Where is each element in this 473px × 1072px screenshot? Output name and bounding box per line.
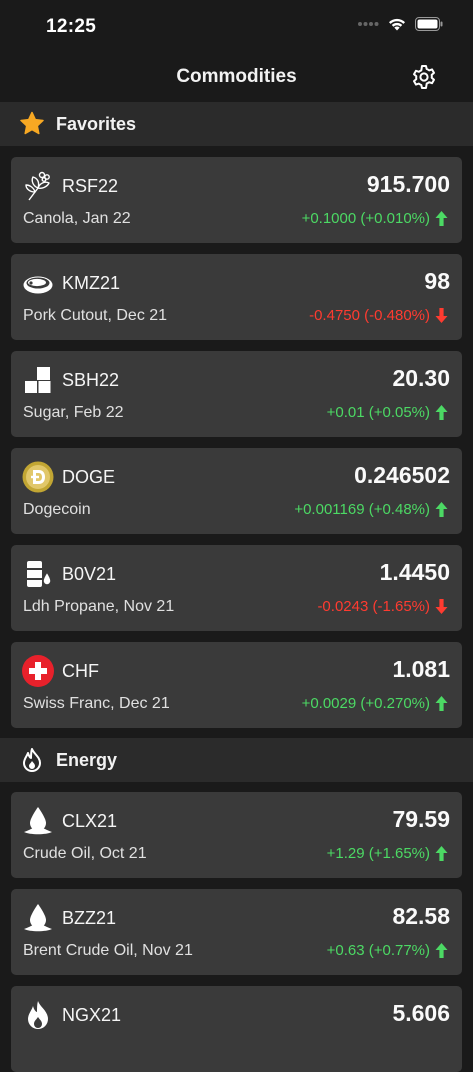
section-title: Energy xyxy=(56,749,118,770)
card-symbol: SBH22 xyxy=(62,370,120,390)
card-price: 98 xyxy=(424,268,450,294)
card-symbol: DOGE xyxy=(62,467,116,487)
arrow-up-icon xyxy=(435,502,448,517)
status-time: 12:25 xyxy=(46,16,97,37)
card-name: Ldh Propane, Nov 21 xyxy=(23,598,175,615)
card-change: +0.63 (+0.77%) xyxy=(326,942,430,959)
commodity-card-clx21[interactable]: CLX21 Crude Oil, Oct 21 79.59 +1.29 (+1.… xyxy=(11,792,462,878)
canola-leaf-icon xyxy=(22,170,54,202)
commodity-card-chf[interactable]: CHF Swiss Franc, Dec 21 1.081 +0.0029 (+… xyxy=(11,642,462,728)
battery-icon xyxy=(415,17,443,31)
arrow-down-icon xyxy=(435,308,448,323)
oil-drop-icon xyxy=(22,902,54,934)
commodity-card-kmz21[interactable]: KMZ21 Pork Cutout, Dec 21 98 -0.4750 (-0… xyxy=(11,254,462,340)
section-title: Favorites xyxy=(56,113,137,134)
card-price: 5.606 xyxy=(392,1000,450,1026)
section-header-energy: Energy xyxy=(0,738,473,782)
arrow-up-icon xyxy=(435,846,448,861)
card-symbol: KMZ21 xyxy=(62,273,121,293)
arrow-up-icon xyxy=(435,211,448,226)
card-change: +1.29 (+1.65%) xyxy=(326,845,430,862)
card-price: 20.30 xyxy=(392,365,450,391)
card-symbol: CHF xyxy=(62,661,99,681)
flame-icon xyxy=(18,746,46,774)
card-name: Crude Oil, Oct 21 xyxy=(23,845,147,862)
commodity-card-ngx21[interactable]: NGX21 5.606 xyxy=(11,986,462,1072)
navigation-bar: Commodities xyxy=(0,52,473,102)
arrow-up-icon xyxy=(435,943,448,958)
card-name: Canola, Jan 22 xyxy=(23,210,131,227)
sugar-cubes-icon xyxy=(22,364,54,396)
commodity-card-doge[interactable]: DOGE Dogecoin 0.246502 +0.001169 (+0.48%… xyxy=(11,448,462,534)
card-name: Brent Crude Oil, Nov 21 xyxy=(23,942,193,959)
flame-icon xyxy=(22,999,54,1031)
arrow-down-icon xyxy=(435,599,448,614)
card-symbol: CLX21 xyxy=(62,811,118,831)
card-price: 0.246502 xyxy=(354,462,450,488)
arrow-up-icon xyxy=(435,405,448,420)
card-price: 82.58 xyxy=(392,903,450,929)
oil-drop-icon xyxy=(22,805,54,837)
card-name: Swiss Franc, Dec 21 xyxy=(23,695,170,712)
star-icon xyxy=(18,110,46,138)
commodity-card-bzz21[interactable]: BZZ21 Brent Crude Oil, Nov 21 82.58 +0.6… xyxy=(11,889,462,975)
status-icons xyxy=(357,17,443,31)
card-symbol: BZZ21 xyxy=(62,908,117,928)
commodity-card-rsf22[interactable]: RSF22 Canola, Jan 22 915.700 +0.1000 (+0… xyxy=(11,157,462,243)
card-name: Pork Cutout, Dec 21 xyxy=(23,307,168,324)
card-price: 915.700 xyxy=(366,171,450,197)
wifi-icon xyxy=(389,18,405,31)
card-symbol: NGX21 xyxy=(62,1005,122,1025)
card-change: +0.01 (+0.05%) xyxy=(326,404,430,421)
arrow-up-icon xyxy=(435,696,448,711)
card-name: Sugar, Feb 22 xyxy=(23,404,124,421)
card-change: +0.001169 (+0.48%) xyxy=(294,501,430,518)
gear-icon[interactable] xyxy=(411,64,437,90)
card-symbol: RSF22 xyxy=(62,176,119,196)
dogecoin-icon xyxy=(22,461,54,493)
meat-icon xyxy=(22,267,54,299)
card-change: -0.0243 (-1.65%) xyxy=(317,598,430,615)
card-price: 79.59 xyxy=(392,806,450,832)
card-change: +0.1000 (+0.010%) xyxy=(301,210,430,227)
card-price: 1.4450 xyxy=(379,559,450,585)
page-title: Commodities xyxy=(176,66,297,87)
swiss-flag-icon xyxy=(22,655,54,687)
status-bar: 12:25 xyxy=(0,0,473,52)
card-price: 1.081 xyxy=(392,656,450,682)
card-change: -0.4750 (-0.480%) xyxy=(309,307,430,324)
card-change: +0.0029 (+0.270%) xyxy=(301,695,430,712)
card-symbol: B0V21 xyxy=(62,564,117,584)
commodity-card-sbh22[interactable]: SBH22 Sugar, Feb 22 20.30 +0.01 (+0.05%) xyxy=(11,351,462,437)
cellular-signal-icon xyxy=(358,22,379,26)
commodity-card-b0v21[interactable]: B0V21 Ldh Propane, Nov 21 1.4450 -0.0243… xyxy=(11,545,462,631)
propane-barrel-icon xyxy=(22,558,54,590)
section-header-favorites: Favorites xyxy=(0,102,473,146)
card-name: Dogecoin xyxy=(23,501,91,518)
